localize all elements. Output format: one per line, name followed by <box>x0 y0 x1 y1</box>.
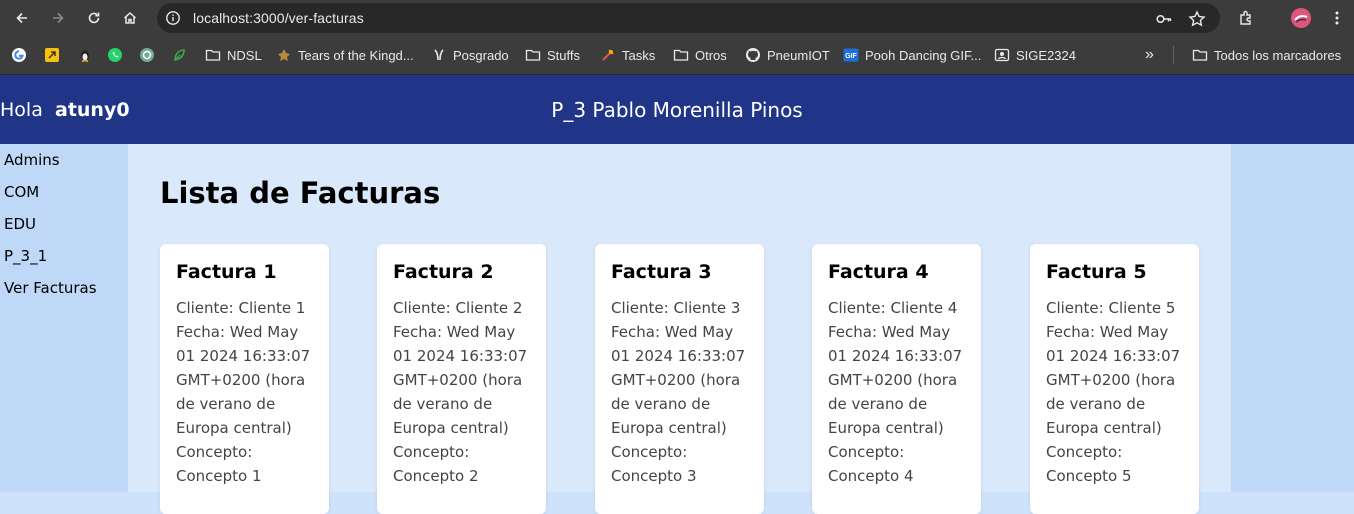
sidebar-item-p-3-1[interactable]: P_3_1 <box>4 247 47 265</box>
bookmark-tears-of-the-kingdom[interactable]: Tears of the Kingd... <box>276 46 414 64</box>
whatsapp-icon <box>107 47 123 63</box>
password-key-icon[interactable] <box>1155 10 1173 28</box>
bookmarks-bar: NDSL Tears of the Kingd... Posgrado Stuf… <box>0 36 1354 75</box>
bookmark-label: Todos los marcadores <box>1214 47 1342 63</box>
invoice-title: Factura 4 <box>828 261 929 283</box>
sidebar-item-edu[interactable]: EDU <box>4 215 36 233</box>
bookmark-label: Tasks <box>622 47 656 63</box>
forward-icon[interactable] <box>46 6 70 30</box>
main-content: Lista de Facturas Factura 1 Cliente: Cli… <box>128 144 1231 514</box>
bookmark-sige2324[interactable]: SIGE2324 <box>994 46 1076 64</box>
extensions-icon[interactable] <box>1235 6 1259 30</box>
invoice-title: Factura 3 <box>611 261 712 283</box>
svg-text:GIF: GIF <box>845 53 857 60</box>
folder-icon <box>205 47 221 63</box>
bookmark-label: Stuffs <box>547 47 581 63</box>
gif-icon: GIF <box>843 47 859 63</box>
sidebar-item-admins[interactable]: Admins <box>4 151 60 169</box>
star-bookmark-icon[interactable] <box>1188 10 1206 28</box>
bookmarks-divider <box>1173 46 1174 64</box>
invoice-date: Fecha: Wed May 01 2024 16:33:07 GMT+0200… <box>611 323 746 437</box>
folder-icon <box>673 47 689 63</box>
bookmark-ndsl[interactable]: NDSL <box>205 46 262 64</box>
folder-icon <box>1192 47 1208 63</box>
chatgpt-icon <box>139 47 155 63</box>
bookmark-chatgpt[interactable] <box>139 46 155 64</box>
sidebar: Admins COM EDU P_3_1 Ver Facturas <box>0 144 128 492</box>
url-text[interactable]: localhost:3000/ver-facturas <box>193 10 364 26</box>
sidebar-item-ver-facturas[interactable]: Ver Facturas <box>4 279 97 297</box>
bookmark-label: PneumIOT <box>767 47 830 63</box>
bookmark-label: SIGE2324 <box>1016 47 1076 63</box>
site-favicon-icon <box>276 47 292 63</box>
bookmark-tasks[interactable]: Tasks <box>600 46 655 64</box>
invoice-card: Factura 5 Cliente: Cliente 5 Fecha: Wed … <box>1030 244 1199 514</box>
site-info-icon[interactable] <box>165 10 181 26</box>
reload-icon[interactable] <box>82 6 106 30</box>
overflow-chevron-icon: » <box>1145 46 1154 63</box>
invoice-date: Fecha: Wed May 01 2024 16:33:07 GMT+0200… <box>828 323 963 437</box>
bookmark-google[interactable] <box>11 46 27 64</box>
leaf-icon <box>171 47 187 63</box>
bookmark-label: NDSL <box>227 47 262 63</box>
invoice-client: Cliente: Cliente 1 <box>176 299 306 317</box>
site-favicon-icon <box>994 47 1010 63</box>
bookmark-app-icon <box>44 47 60 63</box>
app-header: Hola atuny0 P_3 Pablo Morenilla Pinos <box>0 75 1354 144</box>
invoice-card: Factura 3 Cliente: Cliente 3 Fecha: Wed … <box>595 244 764 514</box>
bookmark-label: Tears of the Kingd... <box>298 47 414 63</box>
page-title: Lista de Facturas <box>160 176 441 210</box>
google-icon <box>11 47 27 63</box>
bookmark-posgrado[interactable]: Posgrado <box>431 46 509 64</box>
bookmark-whatsapp[interactable] <box>107 46 123 64</box>
bookmark-leaf[interactable] <box>171 46 187 64</box>
bookmark-otros[interactable]: Otros <box>673 46 727 64</box>
bookmarks-overflow-button[interactable]: » <box>1145 46 1154 64</box>
invoice-concept: Concepto: Concepto 4 <box>828 443 914 485</box>
address-bar[interactable]: localhost:3000/ver-facturas <box>157 3 1220 33</box>
site-favicon-icon <box>431 47 447 63</box>
invoice-client: Cliente: Cliente 4 <box>828 299 958 317</box>
browser-menu-icon[interactable] <box>1325 6 1349 30</box>
invoice-date: Fecha: Wed May 01 2024 16:33:07 GMT+0200… <box>176 323 311 437</box>
bookmark-label: Pooh Dancing GIF... <box>865 47 982 63</box>
invoice-title: Factura 2 <box>393 261 494 283</box>
bookmark-label: Posgrado <box>453 47 509 63</box>
bookmark-label: Otros <box>695 47 727 63</box>
invoice-date: Fecha: Wed May 01 2024 16:33:07 GMT+0200… <box>1046 323 1181 437</box>
invoice-title: Factura 1 <box>176 261 277 283</box>
invoice-card: Factura 2 Cliente: Cliente 2 Fecha: Wed … <box>377 244 546 514</box>
browser-toolbar: localhost:3000/ver-facturas <box>0 0 1354 36</box>
profile-avatar-icon[interactable] <box>1289 6 1313 30</box>
invoice-concept: Concepto: Concepto 1 <box>176 443 262 485</box>
site-title: P_3 Pablo Morenilla Pinos <box>551 98 803 122</box>
invoice-card: Factura 4 Cliente: Cliente 4 Fecha: Wed … <box>812 244 981 514</box>
bookmark-app[interactable] <box>44 46 60 64</box>
invoice-client: Cliente: Cliente 5 <box>1046 299 1176 317</box>
back-icon[interactable] <box>10 6 34 30</box>
bookmark-penguin[interactable] <box>77 46 93 64</box>
invoice-client: Cliente: Cliente 3 <box>611 299 741 317</box>
invoice-title: Factura 5 <box>1046 261 1147 283</box>
bookmark-all-bookmarks[interactable]: Todos los marcadores <box>1192 46 1341 64</box>
site-favicon-icon <box>600 47 616 63</box>
invoice-concept: Concepto: Concepto 2 <box>393 443 479 485</box>
invoice-concept: Concepto: Concepto 3 <box>611 443 697 485</box>
invoice-card: Factura 1 Cliente: Cliente 1 Fecha: Wed … <box>160 244 329 514</box>
bookmark-pooh-dancing-gif[interactable]: GIF Pooh Dancing GIF... <box>843 46 981 64</box>
invoice-date: Fecha: Wed May 01 2024 16:33:07 GMT+0200… <box>393 323 528 437</box>
bookmark-pneumiot[interactable]: PneumIOT <box>745 46 830 64</box>
sidebar-item-com[interactable]: COM <box>4 183 39 201</box>
linux-penguin-icon <box>77 47 93 63</box>
folder-icon <box>525 47 541 63</box>
github-icon <box>745 47 761 63</box>
home-icon[interactable] <box>118 6 142 30</box>
invoice-concept: Concepto: Concepto 5 <box>1046 443 1132 485</box>
right-rail <box>1231 144 1354 492</box>
bookmark-stuffs[interactable]: Stuffs <box>525 46 580 64</box>
invoice-client: Cliente: Cliente 2 <box>393 299 523 317</box>
